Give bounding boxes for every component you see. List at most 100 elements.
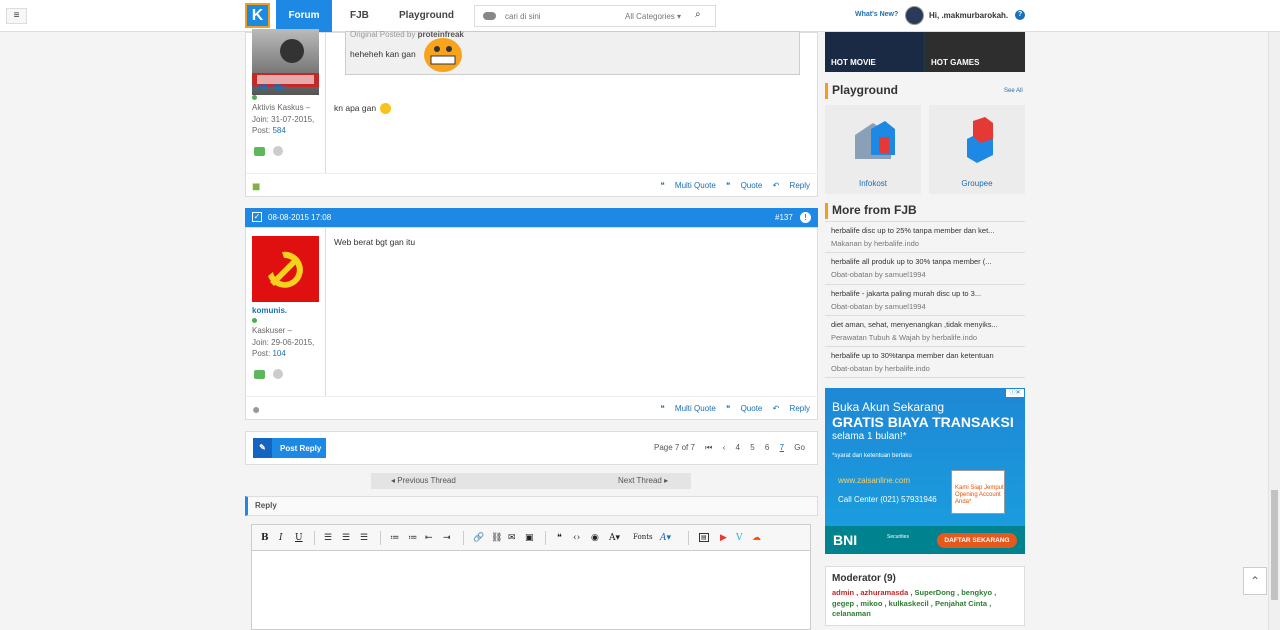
username[interactable]: lokii.dijee xyxy=(252,83,288,92)
kaskus-logo[interactable]: K xyxy=(245,3,270,28)
vimeo-icon[interactable]: V xyxy=(736,533,743,543)
quote-header-label: Original Posted by xyxy=(350,30,416,39)
playground-item-groupee[interactable]: Groupee xyxy=(929,105,1025,194)
youtube-icon[interactable]: ▶ xyxy=(720,533,727,543)
outdent-icon[interactable]: ⇤ xyxy=(425,533,433,543)
join-date: Join: 31-07-2015, xyxy=(252,114,315,124)
category-select[interactable]: All Categories ▾ xyxy=(625,12,681,21)
nav-fjb[interactable]: FJB xyxy=(350,0,369,32)
align-left-icon[interactable]: ☰ xyxy=(324,533,332,543)
bni-sub: Securities xyxy=(887,534,909,540)
spoiler-icon[interactable]: ◉ xyxy=(591,533,599,543)
fjb-item-title[interactable]: herbalife up to 30%tanpa member dan kete… xyxy=(831,351,994,360)
indent-icon[interactable]: ⇥ xyxy=(443,533,451,543)
email-icon[interactable]: ✉ xyxy=(508,533,516,543)
gif-icon[interactable]: ▤ xyxy=(699,533,709,542)
category-label: All Categories xyxy=(625,12,675,21)
bullet-list-icon[interactable]: ≔ xyxy=(390,533,399,543)
fonts-select[interactable]: Fonts xyxy=(633,533,653,541)
font-size-icon[interactable]: A▾ xyxy=(609,533,620,543)
avatar[interactable] xyxy=(905,6,924,25)
reputation-icon[interactable] xyxy=(254,370,265,379)
hot-games-tile[interactable]: HOT GAMES xyxy=(927,32,1025,72)
report-icon[interactable]: ! xyxy=(800,212,811,223)
first-page-icon[interactable]: ⏮ xyxy=(705,443,712,452)
reply-button[interactable]: ↶ Reply xyxy=(773,181,810,190)
help-icon[interactable]: ? xyxy=(1015,10,1025,20)
post-count[interactable]: 104 xyxy=(272,349,285,358)
user-avatar[interactable] xyxy=(252,236,319,302)
ad-close-icon[interactable]: ⓘ✕ xyxy=(1006,389,1024,397)
search-box: All Categories ▾ ⌕ xyxy=(474,5,716,27)
search-icon[interactable]: ⌕ xyxy=(695,9,701,20)
code-icon[interactable]: ‹› xyxy=(573,533,580,543)
fjb-item-title[interactable]: herbalife all produk up to 30% tanpa mem… xyxy=(831,257,992,266)
quote-button[interactable]: ❝ Quote xyxy=(726,404,762,413)
fjb-item-sub: Perawatan Tubuh & Wajah by herbalife.ind… xyxy=(831,333,978,342)
soundcloud-icon[interactable]: ☁ xyxy=(752,533,761,543)
numbered-list-icon[interactable]: ≔ xyxy=(408,533,417,543)
bni-logo: BNI xyxy=(833,532,858,548)
quote-icon[interactable]: ❝ xyxy=(557,533,562,543)
check-icon[interactable]: ✓ xyxy=(252,212,262,222)
reply-button[interactable]: ↶ Reply xyxy=(773,404,810,413)
scroll-to-top-button[interactable]: ⌃ xyxy=(1243,567,1267,595)
go-button[interactable]: Go xyxy=(794,443,805,452)
ad-banner[interactable]: Buka Akun Sekarang GRATIS BIAYA TRANSAKS… xyxy=(825,388,1025,554)
fjb-item-title[interactable]: diet aman, sehat, menyenangkan ,tidak me… xyxy=(831,320,998,329)
ad-headline: GRATIS BIAYA TRANSAKSI xyxy=(832,414,1014,430)
block-icon[interactable] xyxy=(273,146,283,156)
block-icon[interactable] xyxy=(273,369,283,379)
unlink-icon[interactable]: ⛓ xyxy=(491,533,502,543)
online-indicator xyxy=(252,95,257,100)
fjb-item[interactable]: herbalife disc up to 25% tanpa member da… xyxy=(825,221,1025,252)
username[interactable]: komunis. xyxy=(252,306,287,315)
nav-playground[interactable]: Playground xyxy=(399,0,454,32)
page-link[interactable]: 5 xyxy=(750,443,754,452)
next-thread-link[interactable]: Next Thread ▸ xyxy=(618,476,668,485)
current-page[interactable]: 7 xyxy=(780,443,784,452)
previous-thread-link[interactable]: ◂ Previous Thread xyxy=(391,476,456,485)
nav-forum[interactable]: Forum xyxy=(276,0,332,32)
prev-page-icon[interactable]: ‹ xyxy=(723,443,726,452)
see-all-link[interactable]: See All xyxy=(1004,88,1023,94)
hot-movie-tile[interactable]: HOT MOVIE xyxy=(825,32,923,72)
hot-movie-label: HOT MOVIE xyxy=(831,58,876,67)
quote-button[interactable]: ❝ Quote xyxy=(726,181,762,190)
multi-quote-button[interactable]: ❝ Multi Quote xyxy=(660,181,715,190)
fjb-item[interactable]: herbalife all produk up to 30% tanpa mem… xyxy=(825,252,1025,284)
fjb-item-title[interactable]: herbalife disc up to 25% tanpa member da… xyxy=(831,226,994,235)
fjb-item-title[interactable]: herbalife - jakarta paling murah disc up… xyxy=(831,289,981,298)
ad-document-text: Kami Siap Jemput Opening Account Anda* xyxy=(955,485,1004,505)
user-greeting[interactable]: Hi, .makmurbarokah. xyxy=(929,11,1008,20)
bold-button[interactable]: B xyxy=(261,533,269,543)
scrollbar-thumb[interactable] xyxy=(1271,490,1278,600)
reputation-icon[interactable] xyxy=(254,147,265,156)
moderator-title: Moderator (9) xyxy=(832,573,896,584)
moderator-admin-links[interactable]: admin , azhuramasda xyxy=(832,588,908,597)
post-number[interactable]: #137 xyxy=(775,213,793,222)
fjb-item[interactable]: herbalife up to 30%tanpa member dan kete… xyxy=(825,346,1025,378)
image-icon[interactable]: ▣ xyxy=(525,533,534,543)
italic-button[interactable]: I xyxy=(279,533,283,543)
daftar-sekarang-button[interactable]: DAFTAR SEKARANG xyxy=(937,533,1017,548)
post-footer: ● ❝ Multi Quote ❝ Quote ↶ Reply xyxy=(246,396,818,420)
post-count[interactable]: 584 xyxy=(272,126,285,135)
page-link[interactable]: 4 xyxy=(736,443,740,452)
post-137: komunis. Kaskuser – Join: 29-06-2015, Po… xyxy=(245,227,818,420)
fjb-item[interactable]: herbalife - jakarta paling murah disc up… xyxy=(825,284,1025,315)
underline-button[interactable]: U xyxy=(295,533,303,543)
font-color-icon[interactable]: A▾ xyxy=(660,533,671,543)
playground-item-infokost[interactable]: Infokost xyxy=(825,105,921,194)
whats-new-link[interactable]: What's New? xyxy=(855,11,898,18)
fjb-item[interactable]: diet aman, sehat, menyenangkan ,tidak me… xyxy=(825,315,1025,346)
post-reply-button[interactable]: ✎ Post Reply xyxy=(253,438,326,458)
link-icon[interactable]: 🔗 xyxy=(473,533,484,543)
search-input[interactable] xyxy=(505,9,615,23)
page-scrollbar[interactable] xyxy=(1268,32,1280,630)
align-right-icon[interactable]: ☰ xyxy=(360,533,368,543)
hamburger-menu-icon[interactable]: ≡ xyxy=(6,8,27,24)
multi-quote-button[interactable]: ❝ Multi Quote xyxy=(660,404,715,413)
page-link[interactable]: 6 xyxy=(765,443,769,452)
align-center-icon[interactable]: ☰ xyxy=(342,533,350,543)
